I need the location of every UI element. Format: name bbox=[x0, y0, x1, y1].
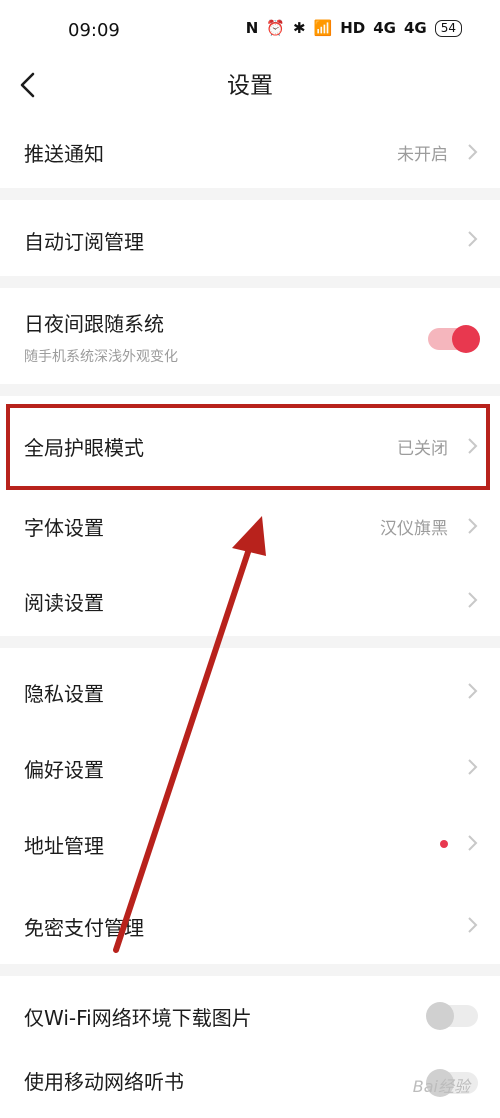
section-divider bbox=[0, 188, 500, 200]
row-value: 未开启 bbox=[397, 145, 448, 165]
red-dot-badge bbox=[440, 840, 448, 848]
row-auto-subscribe[interactable]: 自动订阅管理 bbox=[0, 200, 500, 276]
signal-icon-1: 4G bbox=[373, 19, 396, 37]
chevron-right-icon bbox=[468, 592, 478, 608]
chevron-right-icon bbox=[468, 518, 478, 534]
row-label: 使用移动网络听书 bbox=[24, 1070, 184, 1094]
chevron-right-icon bbox=[468, 917, 478, 933]
night-toggle-switch[interactable] bbox=[428, 325, 480, 353]
row-preference-settings[interactable]: 偏好设置 bbox=[0, 726, 500, 802]
signal-icon-2: 4G bbox=[403, 19, 427, 37]
row-wifi-only-images: 仅Wi-Fi网络环境下载图片 bbox=[0, 976, 500, 1058]
row-label: 推送通知 bbox=[24, 142, 104, 166]
section-divider bbox=[0, 636, 500, 648]
chevron-right-icon bbox=[468, 759, 478, 775]
watermark: Bai经验 bbox=[412, 1077, 470, 1096]
toggle-knob bbox=[452, 325, 480, 353]
row-font-settings[interactable]: 字体设置 汉仪旗黑 bbox=[0, 488, 500, 564]
row-label: 仅Wi-Fi网络环境下载图片 bbox=[24, 1006, 252, 1030]
row-reading-settings[interactable]: 阅读设置 bbox=[0, 564, 500, 636]
section-divider bbox=[0, 276, 500, 288]
nfc-icon: N bbox=[245, 19, 259, 37]
row-label: 偏好设置 bbox=[24, 758, 104, 782]
toggle-knob bbox=[426, 1002, 454, 1030]
row-address-management[interactable]: 地址管理 bbox=[0, 802, 500, 882]
wifi-icon: 📶 bbox=[313, 19, 333, 37]
status-time: 09:09 bbox=[68, 20, 120, 41]
section-divider bbox=[0, 964, 500, 976]
row-value: 汉仪旗黑 bbox=[380, 519, 448, 539]
highlight-box bbox=[6, 404, 490, 490]
battery-icon: 54 bbox=[434, 19, 462, 37]
row-nopassword-payment[interactable]: 免密支付管理 bbox=[0, 882, 500, 964]
wifi-toggle-switch[interactable] bbox=[426, 1002, 478, 1030]
row-push-notification[interactable]: 推送通知 未开启 bbox=[0, 120, 500, 188]
chevron-right-icon bbox=[468, 683, 478, 699]
row-label: 免密支付管理 bbox=[24, 916, 144, 940]
section-divider bbox=[0, 384, 500, 396]
nav-bar: 设置 bbox=[0, 62, 500, 120]
chevron-right-icon bbox=[468, 835, 478, 851]
hd-icon: HD bbox=[340, 19, 366, 37]
bluetooth-icon: ✱ bbox=[292, 19, 306, 37]
row-label: 自动订阅管理 bbox=[24, 230, 144, 254]
chevron-right-icon bbox=[468, 144, 478, 160]
status-bar: 09:09 N ⏰ ✱ 📶 HD 4G 4G 54 bbox=[0, 0, 500, 62]
row-label: 字体设置 bbox=[24, 516, 104, 540]
page-title: 设置 bbox=[227, 73, 273, 99]
row-label: 日夜间跟随系统 bbox=[24, 312, 164, 336]
status-icons: N ⏰ ✱ 📶 HD 4G 4G 54 bbox=[246, 19, 462, 37]
row-privacy-settings[interactable]: 隐私设置 bbox=[0, 648, 500, 726]
row-label: 阅读设置 bbox=[24, 591, 104, 615]
row-description: 随手机系统深浅外观变化 bbox=[24, 349, 178, 365]
row-label: 地址管理 bbox=[24, 834, 104, 858]
chevron-right-icon bbox=[468, 231, 478, 247]
row-night-follow-system: 日夜间跟随系统 随手机系统深浅外观变化 bbox=[0, 288, 500, 384]
row-label: 隐私设置 bbox=[24, 682, 104, 706]
alarm-icon: ⏰ bbox=[266, 19, 285, 37]
